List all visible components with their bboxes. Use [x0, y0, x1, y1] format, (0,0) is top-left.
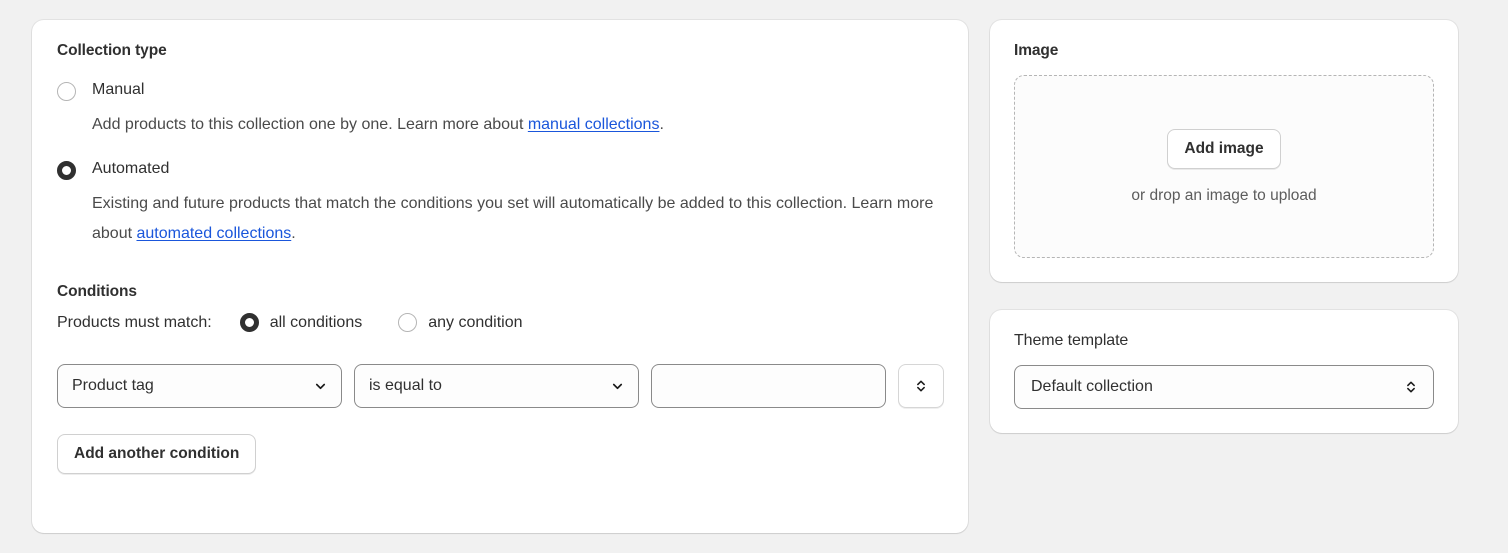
manual-description-text-after: . [659, 116, 664, 133]
products-must-match-row: Products must match: all conditions any … [57, 313, 944, 332]
image-drop-hint: or drop an image to upload [1131, 186, 1317, 204]
stepper-updown-icon [1403, 378, 1419, 396]
radio-all-conditions[interactable] [239, 313, 259, 332]
radio-any-condition[interactable] [398, 313, 418, 332]
automated-description-text-after: . [291, 225, 296, 242]
left-column: Collection type Manual Add products to t… [32, 20, 968, 533]
collection-type-title: Collection type [57, 42, 167, 59]
radio-automated[interactable] [57, 161, 76, 180]
condition-value-input[interactable] [651, 364, 887, 408]
collection-type-option-manual: Manual Add products to this collection o… [57, 80, 944, 140]
manual-collections-link[interactable]: manual collections [528, 116, 660, 133]
conditions-title: Conditions [57, 283, 137, 300]
condition-operator-select[interactable]: is equal to [354, 364, 639, 408]
condition-property-value: Product tag [72, 377, 154, 394]
manual-description: Add products to this collection one by o… [92, 110, 944, 140]
theme-template-card: Theme template Default collection [990, 310, 1458, 433]
condition-row: Product tag is equal to [57, 364, 945, 408]
image-card-title: Image [1014, 42, 1059, 59]
conditions-section: Conditions Products must match: all cond… [57, 283, 945, 474]
theme-template-selected-value: Default collection [1031, 378, 1153, 395]
condition-operator-value: is equal to [369, 377, 442, 394]
collection-type-option-automated: Automated Existing and future products t… [57, 159, 944, 249]
right-column: Image Add image or drop an image to uplo… [990, 20, 1458, 433]
condition-property-select[interactable]: Product tag [57, 364, 342, 408]
radio-manual[interactable] [57, 82, 76, 101]
match-option-all[interactable]: all conditions [239, 313, 363, 332]
automated-collections-link[interactable]: automated collections [136, 225, 291, 242]
chevron-down-icon [610, 379, 625, 394]
radio-any-condition-label: any condition [428, 313, 523, 331]
radio-row-manual[interactable]: Manual [57, 80, 944, 101]
match-option-any[interactable]: any condition [398, 313, 523, 332]
condition-stepper-button[interactable] [898, 364, 945, 408]
chevron-down-icon [313, 379, 328, 394]
automated-description: Existing and future products that match … [92, 189, 944, 249]
theme-template-select[interactable]: Default collection [1014, 365, 1434, 409]
add-another-condition-button[interactable]: Add another condition [57, 434, 257, 474]
radio-all-conditions-label: all conditions [269, 313, 363, 331]
image-dropzone[interactable]: Add image or drop an image to upload [1014, 75, 1434, 258]
radio-manual-label: Manual [92, 81, 145, 98]
add-image-button[interactable]: Add image [1167, 128, 1281, 169]
page-root: Collection type Manual Add products to t… [0, 0, 1508, 553]
theme-template-title: Theme template [1014, 332, 1129, 349]
image-card: Image Add image or drop an image to uplo… [990, 20, 1458, 282]
radio-row-automated[interactable]: Automated [57, 159, 944, 180]
products-must-match-label: Products must match: [57, 313, 212, 331]
add-condition-wrapper: Add another condition [57, 434, 944, 474]
radio-automated-label: Automated [92, 160, 170, 177]
stepper-updown-icon [913, 377, 929, 395]
collection-settings-card: Collection type Manual Add products to t… [32, 20, 968, 533]
manual-description-text-before: Add products to this collection one by o… [92, 116, 528, 133]
